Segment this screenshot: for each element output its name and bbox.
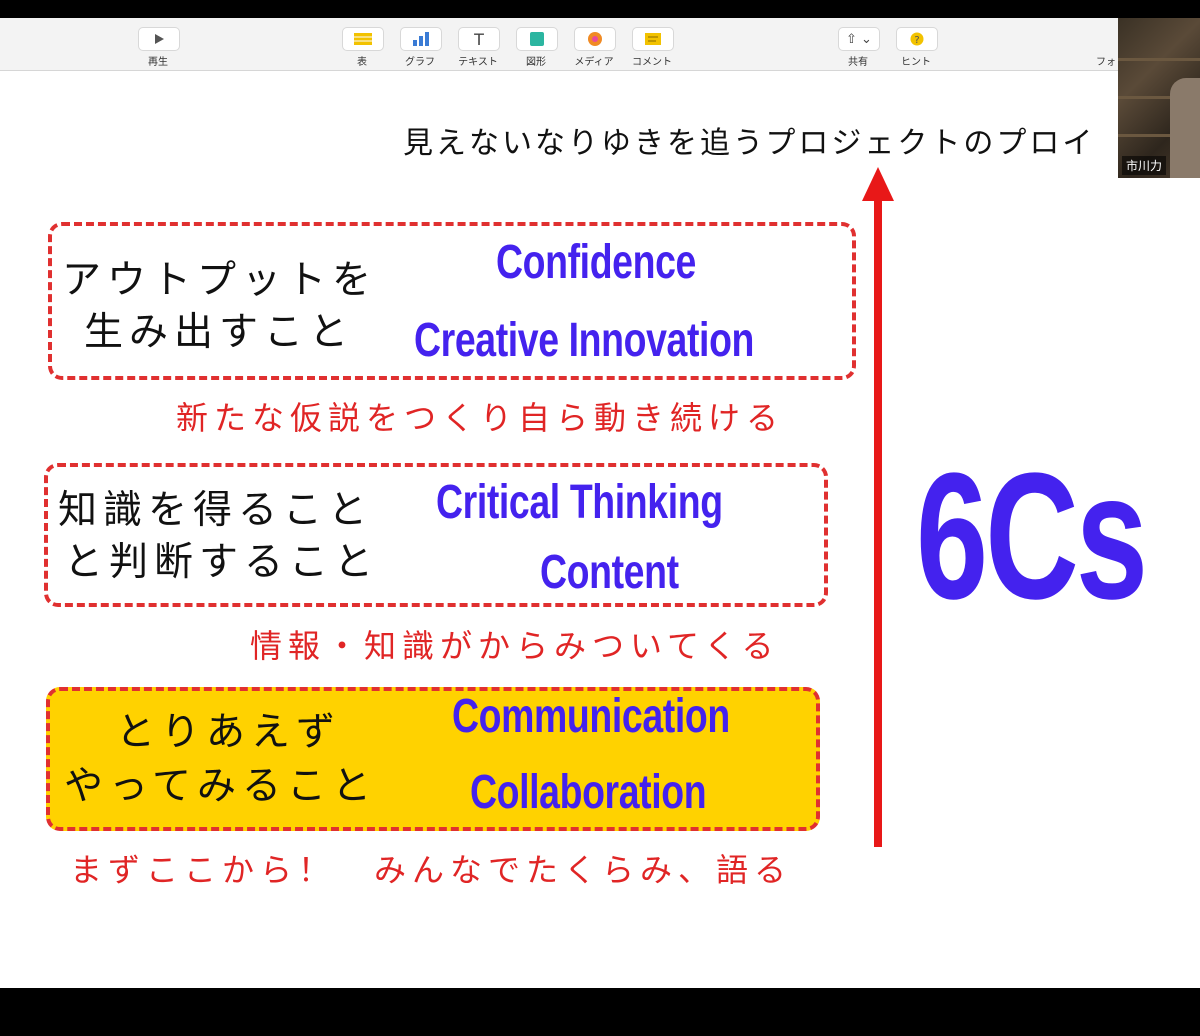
table-icon <box>342 27 384 51</box>
bookshelf-line <box>1118 58 1200 61</box>
hint-button[interactable]: ? ヒント <box>888 24 944 68</box>
section-3-en-communication: Communication <box>452 690 730 743</box>
play-icon <box>138 27 180 51</box>
section-1-caption: 新たな仮説をつくり自ら動き続ける <box>176 399 785 437</box>
section-3-caption: まずここから！ みんなでたくらみ、語る <box>70 851 793 889</box>
table-button[interactable]: 表 <box>334 24 390 68</box>
slide-canvas: 見えないなりゆきを追うプロジェクトのプロイ アウトプットを 生み出すこと Con… <box>0 71 1200 988</box>
section-2-jp-line-2: と判断すること <box>64 540 380 585</box>
comment-button[interactable]: コメント <box>624 24 680 68</box>
section-2-en-content: Content <box>540 546 679 599</box>
top-black-bar <box>0 0 1200 18</box>
section-3-en-collaboration: Collaboration <box>470 766 707 819</box>
section-1-en-creative-innovation: Creative Innovation <box>414 314 755 367</box>
participant-figure <box>1170 78 1200 178</box>
media-icon <box>574 27 616 51</box>
share-button[interactable]: ⇧ ⌄ 共有 <box>830 24 886 68</box>
section-2-en-critical-thinking: Critical Thinking <box>436 476 723 529</box>
section-1-jp-line-1: アウトプットを <box>62 258 378 303</box>
chart-button[interactable]: グラフ <box>392 24 448 68</box>
text-icon: T <box>458 27 500 51</box>
keynote-toolbar: 再生 表 グラフ T テキスト 図形 メディア コメント ⇧ ⌄ 共有 ? ヒン… <box>0 18 1200 71</box>
share-icon: ⇧ ⌄ <box>838 27 880 51</box>
section-1-jp-line-2: 生み出すこと <box>84 310 355 355</box>
six-cs-label: 6Cs <box>916 436 1148 637</box>
hint-icon: ? <box>896 27 938 51</box>
media-button[interactable]: メディア <box>566 24 622 68</box>
participant-video-tile[interactable]: 市川力 <box>1118 18 1200 178</box>
comment-icon <box>632 27 674 51</box>
section-1-en-confidence: Confidence <box>496 236 696 289</box>
section-3-jp-line-1: とりあえず <box>116 710 342 755</box>
section-2-caption: 情報・知識がからみついてくる <box>250 627 780 665</box>
section-2-jp-line-1: 知識を得ること <box>58 488 374 533</box>
growth-arrow-shaft <box>874 199 882 847</box>
play-button[interactable]: 再生 <box>130 24 186 68</box>
svg-text:?: ? <box>914 35 919 46</box>
growth-arrow-head <box>862 167 894 201</box>
chart-icon <box>400 27 442 51</box>
shape-icon <box>516 27 558 51</box>
section-3-jp-line-2: やってみること <box>64 764 378 809</box>
text-button[interactable]: T テキスト <box>450 24 506 68</box>
bottom-black-bar <box>0 988 1200 1036</box>
slide-title: 見えないなりゆきを追うプロジェクトのプロイ <box>403 126 1096 161</box>
participant-name: 市川力 <box>1122 156 1167 175</box>
shape-button[interactable]: 図形 <box>508 24 564 68</box>
